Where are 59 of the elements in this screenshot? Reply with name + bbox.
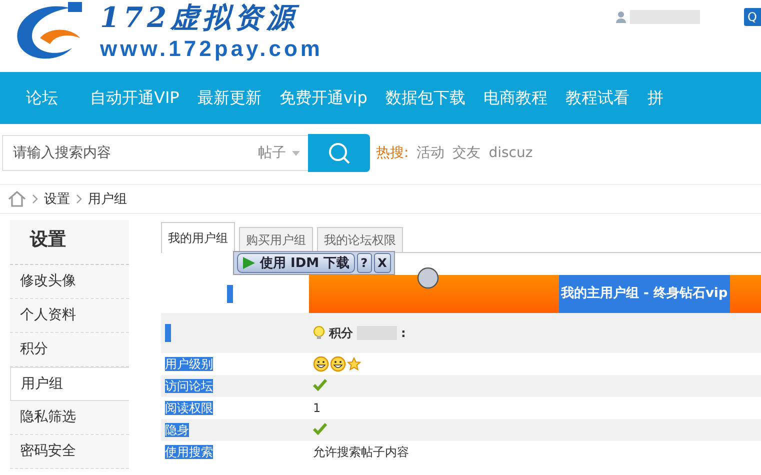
idm-download-button[interactable]: 使用 IDM 下载 xyxy=(237,253,355,273)
text-selection-mark xyxy=(165,324,171,342)
qq-login-button[interactable]: Q xyxy=(744,8,761,26)
sidebar-item[interactable]: 隐私筛选 xyxy=(10,401,129,435)
nav-link[interactable]: 自动开通VIP xyxy=(90,88,198,108)
hot-search-link[interactable]: 交友 xyxy=(452,144,481,162)
text-selection-mark xyxy=(227,285,233,303)
smiley-icon xyxy=(313,356,329,372)
breadcrumb-link[interactable]: 设置 xyxy=(44,190,70,208)
points-colon: : xyxy=(401,326,406,340)
sidebar-item[interactable]: 个人资料 xyxy=(10,299,129,333)
nav-link[interactable]: 最新更新 xyxy=(197,88,280,108)
permission-label: 阅读权限 xyxy=(165,400,213,414)
sidebar-item[interactable]: 密码安全 xyxy=(10,435,129,469)
hot-search-link[interactable]: 活动 xyxy=(416,144,445,162)
search-scope-dropdown[interactable]: 帖子 xyxy=(258,144,300,162)
play-icon xyxy=(242,256,256,270)
sidebar-title: 设置 xyxy=(10,220,129,265)
redacted-block xyxy=(630,10,700,24)
logo-title: 172虚拟资源 xyxy=(100,0,300,36)
permission-label: 用户级别 xyxy=(165,356,213,370)
permission-label: 隐身 xyxy=(165,422,189,436)
nav-link[interactable]: 数据包下载 xyxy=(385,88,484,108)
tab[interactable]: 购买用户组 xyxy=(239,227,313,252)
sidebar-item[interactable]: 修改头像 xyxy=(10,265,129,299)
search-button[interactable] xyxy=(308,134,370,172)
group-title: 我的主用户组 - 终身钻石vip xyxy=(559,275,730,313)
breadcrumb-link[interactable]: 用户组 xyxy=(88,190,127,208)
permission-label: 访问论坛 xyxy=(165,378,213,392)
permission-value: 1 xyxy=(313,401,321,415)
hot-search-label: 热搜: xyxy=(376,144,409,162)
user-icon xyxy=(616,11,626,23)
nav-link[interactable]: 免费开通vip xyxy=(279,88,386,108)
nav-link[interactable]: 拼 xyxy=(647,88,682,108)
search-field[interactable]: 请输入搜索内容 帖子 xyxy=(2,135,308,171)
hot-search-link[interactable]: discuz xyxy=(488,145,533,161)
nav-link[interactable]: 电商教程 xyxy=(483,88,566,108)
home-icon[interactable] xyxy=(8,191,26,207)
smiley-icon xyxy=(330,356,346,372)
permission-label: 使用搜索 xyxy=(165,444,213,458)
close-button[interactable]: X xyxy=(374,253,391,273)
cursor-icon xyxy=(417,267,439,289)
nav-link[interactable]: 论坛 xyxy=(26,88,90,108)
tab[interactable]: 我的论坛权限 xyxy=(317,227,403,252)
tab[interactable]: 我的用户组 xyxy=(161,222,235,253)
sidebar-item[interactable]: 用户组 xyxy=(10,367,129,401)
check-icon xyxy=(313,422,327,434)
check-icon xyxy=(313,378,327,390)
nav-link[interactable]: 教程试看 xyxy=(565,88,648,108)
star-icon xyxy=(347,357,361,371)
lightbulb-icon xyxy=(313,326,325,340)
search-icon xyxy=(327,141,351,165)
logo-url: www.172pay.com xyxy=(100,36,323,62)
chevron-icon xyxy=(32,194,38,204)
help-button[interactable]: ? xyxy=(356,253,372,273)
chevron-icon xyxy=(76,194,82,204)
caret-icon xyxy=(292,150,300,156)
permission-value: 允许搜索帖子内容 xyxy=(313,444,409,458)
points-label: 积分 xyxy=(329,324,353,342)
